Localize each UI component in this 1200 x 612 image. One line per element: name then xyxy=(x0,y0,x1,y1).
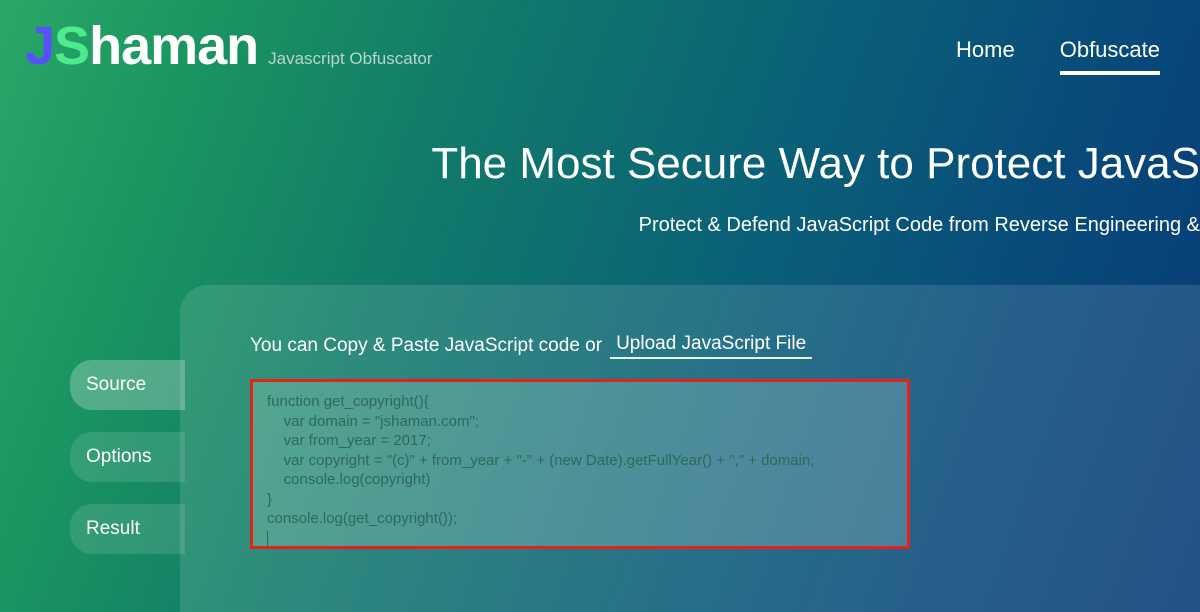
logo-letter-s: S xyxy=(54,15,89,77)
logo-letter-j: J xyxy=(25,15,54,77)
panel-header: You can Copy & Paste JavaScript code or … xyxy=(250,333,1200,359)
site-logo[interactable]: JShaman xyxy=(25,15,258,77)
upload-file-link[interactable]: Upload JavaScript File xyxy=(610,333,812,359)
hero-subtitle: Protect & Defend JavaScript Code from Re… xyxy=(200,214,1200,237)
nav-home[interactable]: Home xyxy=(956,37,1015,75)
logo-tagline: Javascript Obfuscator xyxy=(268,49,432,79)
logo-rest: haman xyxy=(89,15,258,77)
text-cursor xyxy=(267,531,268,547)
code-content: function get_copyright(){ var domain = "… xyxy=(267,393,814,527)
tab-source[interactable]: Source xyxy=(70,360,185,410)
tab-options[interactable]: Options xyxy=(70,432,185,482)
left-tabs: Source Options Result xyxy=(70,360,185,554)
nav-obfuscate[interactable]: Obfuscate xyxy=(1060,37,1160,75)
main-area: You can Copy & Paste JavaScript code or … xyxy=(70,285,1200,612)
hero: The Most Secure Way to Protect JavaS Pro… xyxy=(200,79,1200,237)
logo-area: JShaman Javascript Obfuscator xyxy=(25,15,433,79)
panel-prompt-text: You can Copy & Paste JavaScript code or xyxy=(250,335,602,357)
hero-title: The Most Secure Way to Protect JavaS xyxy=(200,139,1200,189)
editor-panel: You can Copy & Paste JavaScript code or … xyxy=(180,285,1200,612)
top-nav: Home Obfuscate xyxy=(956,15,1160,75)
header: JShaman Javascript Obfuscator Home Obfus… xyxy=(0,0,1200,79)
code-editor[interactable]: function get_copyright(){ var domain = "… xyxy=(250,379,910,549)
tab-result[interactable]: Result xyxy=(70,504,185,554)
